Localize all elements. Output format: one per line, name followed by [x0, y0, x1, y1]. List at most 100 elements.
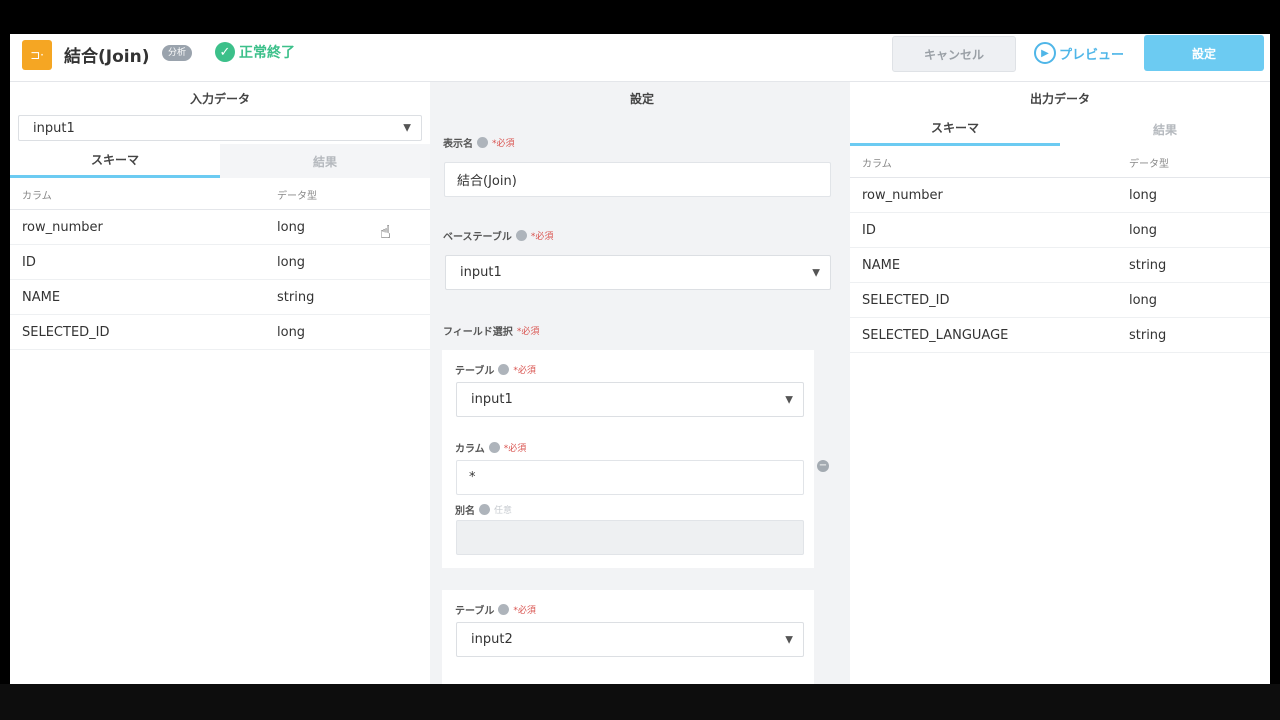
output-data-title: 出力データ — [1029, 92, 1090, 106]
cell-type: string — [277, 289, 315, 305]
input-select-value: input1 — [33, 120, 75, 136]
play-circle-icon: ▶ — [1034, 42, 1056, 64]
cell-type: string — [1128, 257, 1167, 273]
tab-schema[interactable]: スキーマ — [10, 144, 220, 178]
category-badge: 分析 — [162, 45, 193, 61]
table-row: SELECTED_LANGUAGE string — [850, 318, 1270, 353]
cell-column: row_number — [22, 219, 103, 235]
input-select[interactable]: input1 ▼ — [18, 115, 422, 141]
info-icon[interactable] — [477, 137, 488, 148]
cell-column: SELECTED_LANGUAGE — [862, 327, 1009, 343]
required-mark: *必須 — [513, 606, 536, 616]
cell-type: long — [277, 254, 306, 270]
table-row: SELECTED_ID long — [10, 315, 430, 350]
chevron-down-icon: ▼ — [785, 634, 793, 645]
column-header-name: カラム — [22, 191, 52, 202]
check-circle-icon: ✓ — [215, 42, 235, 62]
preview-button[interactable]: ▶ プレビュー — [1034, 40, 1124, 66]
display-name-input[interactable]: 結合(Join) — [444, 162, 831, 197]
window-bottom-bar — [0, 684, 1280, 720]
input-data-panel: 入力データ input1 ▼ スキーマ 結果 カラム データ型 row_numb… — [10, 82, 430, 684]
output-schema-table: カラム データ型 row_number long ID long NAME strin… — [850, 148, 1270, 353]
cell-column: ID — [22, 254, 36, 270]
output-data-panel: 出力データ スキーマ 結果 カラム データ型 row_number long ID… — [850, 82, 1270, 684]
info-icon[interactable] — [488, 442, 500, 453]
tab-result[interactable]: 結果 — [220, 144, 430, 178]
label-text: カラム — [455, 444, 485, 455]
field1-column-input[interactable]: * — [456, 460, 804, 495]
base-table-label: ベーステーブル *必須 — [443, 228, 553, 243]
chevron-down-icon: ▼ — [403, 122, 411, 134]
table-row: row_number long — [10, 210, 430, 245]
cell-column: SELECTED_ID — [22, 324, 110, 340]
table-row: NAME string — [10, 280, 430, 315]
tab-result[interactable]: 結果 — [1060, 112, 1270, 146]
required-mark: *必須 — [492, 139, 515, 149]
join-editor-dialog: ⊐· 結合(Join) 分析 ✓ 正常終了 キャンセル ▶ プレビュー 設定 入… — [10, 34, 1270, 684]
required-mark: *必須 — [513, 366, 536, 376]
column-header-type: データ型 — [1128, 159, 1169, 170]
cell-type: long — [277, 324, 306, 340]
info-icon[interactable] — [479, 504, 490, 515]
cell-type: long — [277, 219, 306, 235]
cell-column: NAME — [22, 289, 61, 305]
output-tabs: スキーマ 結果 — [850, 112, 1270, 146]
label-text: テーブル — [455, 606, 495, 617]
table-header: カラム データ型 — [850, 148, 1270, 178]
optional-mark: 任意 — [494, 506, 513, 516]
table-row: NAME string — [850, 248, 1270, 283]
label-text: 表示名 — [443, 139, 473, 150]
cancel-button[interactable]: キャンセル — [892, 36, 1016, 72]
display-name-label: 表示名 *必須 — [443, 135, 515, 150]
input-data-title: 入力データ — [189, 92, 250, 106]
table-label: テーブル *必須 — [455, 362, 536, 377]
set-button[interactable]: 設定 — [1144, 35, 1264, 71]
label-text: ベーステーブル — [443, 232, 512, 243]
chevron-down-icon: ▼ — [812, 267, 820, 278]
remove-field-icon[interactable]: − — [817, 460, 829, 472]
field2-table-select[interactable]: input2 ▼ — [456, 622, 804, 657]
field2-table-value: input2 — [471, 632, 513, 647]
window-top-bar — [0, 0, 1280, 34]
column-header-type: データ型 — [277, 191, 317, 202]
table-header: カラム データ型 — [10, 180, 430, 210]
field-select-label: フィールド選択 *必須 — [443, 323, 539, 338]
required-mark: *必須 — [516, 327, 540, 337]
cell-type: string — [1128, 327, 1167, 343]
info-icon[interactable] — [515, 230, 527, 241]
status-text: 正常終了 — [239, 45, 295, 61]
field1-table-select[interactable]: input1 ▼ — [456, 382, 804, 417]
required-mark: *必須 — [530, 232, 554, 242]
settings-title: 設定 — [629, 92, 654, 106]
column-header-name: カラム — [862, 159, 892, 170]
page-title: 結合(Join) — [64, 47, 150, 67]
table-row: ID long — [10, 245, 430, 280]
base-table-select[interactable]: input1 ▼ — [445, 255, 831, 290]
label-text: 別名 — [455, 506, 475, 517]
preview-label: プレビュー — [1059, 47, 1125, 63]
cell-column: row_number — [862, 187, 943, 203]
table-row: row_number long — [850, 178, 1270, 213]
label-text: フィールド選択 — [443, 327, 513, 338]
info-icon[interactable] — [498, 604, 510, 615]
input-schema-table: カラム データ型 row_number long ID long NAME strin… — [10, 180, 430, 350]
tab-schema[interactable]: スキーマ — [850, 112, 1060, 146]
hand-cursor-icon: ☝ — [380, 222, 391, 243]
cell-type: long — [1128, 187, 1158, 203]
cell-type: long — [1128, 292, 1158, 308]
status-indicator: ✓ 正常終了 — [215, 42, 295, 62]
cell-column: NAME — [862, 257, 901, 273]
settings-panel: 設定 表示名 *必須 結合(Join) ベーステーブル *必須 input1 ▼… — [430, 82, 854, 684]
table-row: SELECTED_ID long — [850, 283, 1270, 318]
info-icon[interactable] — [498, 364, 510, 375]
field1-table-value: input1 — [471, 392, 513, 407]
dialog-header: ⊐· 結合(Join) 分析 ✓ 正常終了 キャンセル ▶ プレビュー 設定 — [10, 34, 1270, 82]
chevron-down-icon: ▼ — [785, 394, 793, 405]
cell-column: SELECTED_ID — [862, 292, 950, 308]
cell-type: long — [1128, 222, 1158, 238]
cell-column: ID — [862, 222, 876, 238]
field1-alias-input[interactable] — [456, 520, 804, 555]
join-node-icon: ⊐· — [22, 40, 52, 70]
field-card-2: テーブル *必須 input2 ▼ — [442, 590, 814, 684]
alias-label: 別名 任意 — [455, 502, 512, 517]
